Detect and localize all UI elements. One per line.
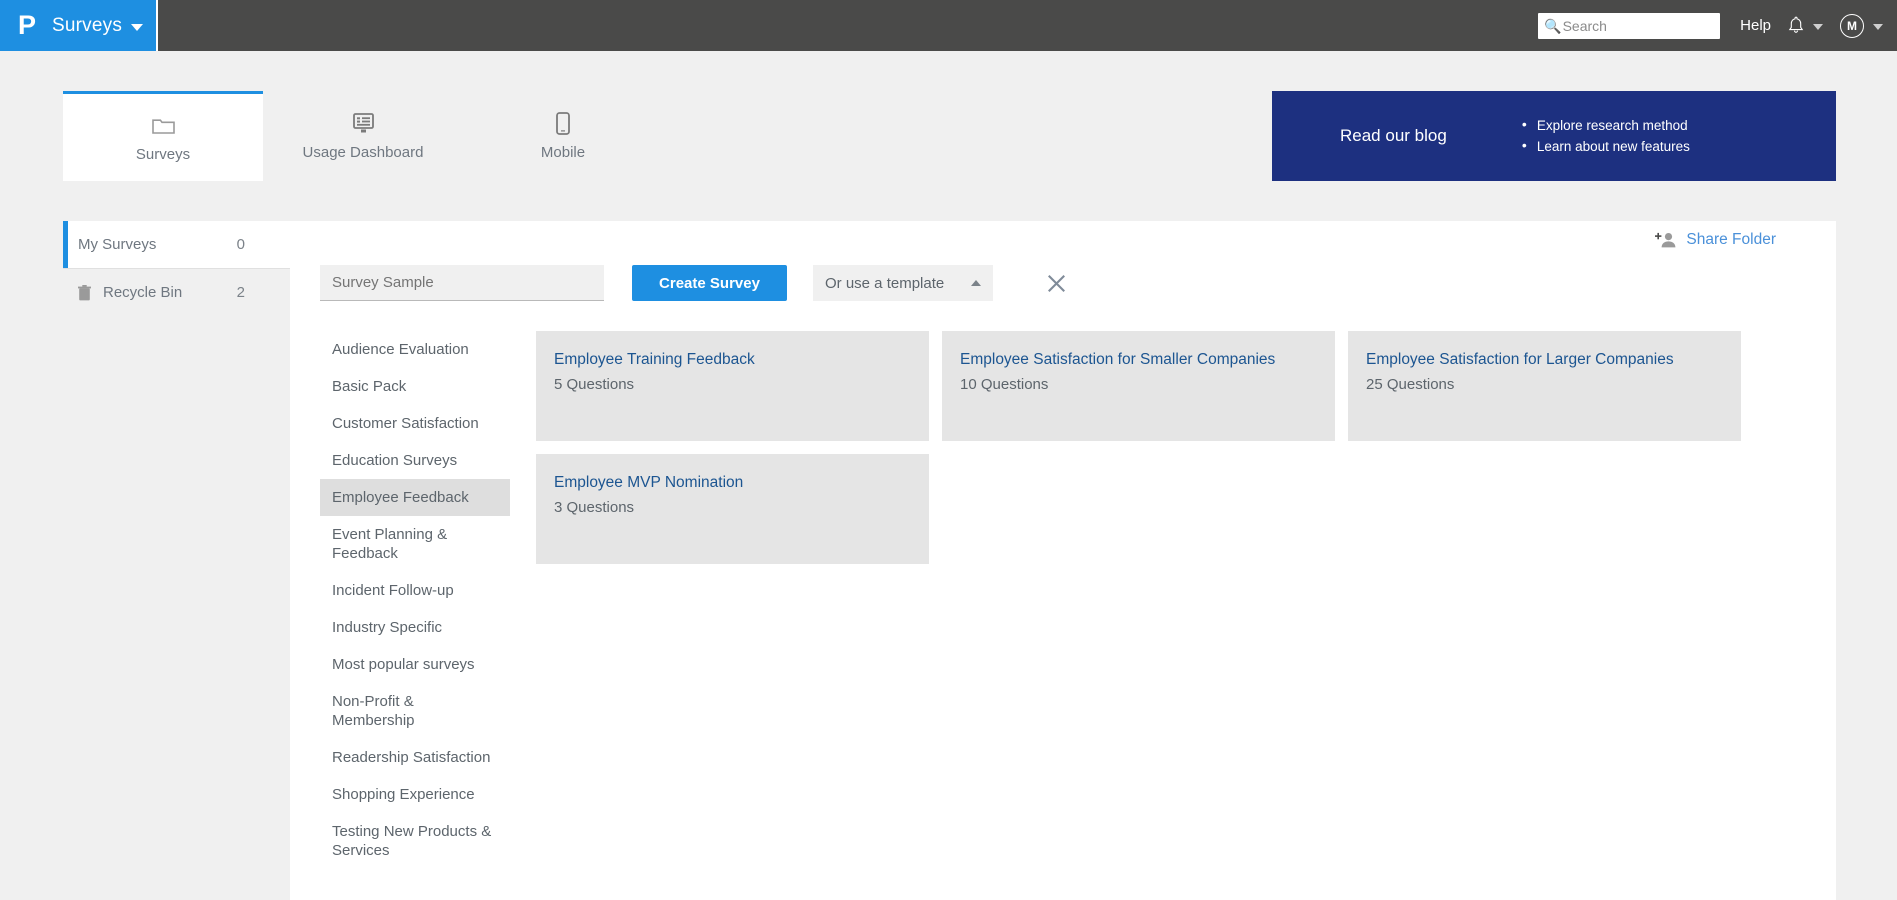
template-card-title[interactable]: Employee Satisfaction for Smaller Compan… [960, 349, 1317, 370]
sidebar-item-my-surveys[interactable]: My Surveys 0 [63, 221, 290, 268]
template-card[interactable]: Employee Satisfaction for Larger Compani… [1348, 331, 1741, 441]
template-card-question-count: 25 Questions [1366, 376, 1455, 393]
navbar-right-group: 🔍 Help M [1538, 12, 1897, 39]
template-card-question-count: 3 Questions [554, 499, 635, 516]
top-navbar: P Surveys 🔍 Help M [0, 0, 1897, 51]
template-picker: Audience Evaluation Basic Pack Customer … [320, 331, 1836, 869]
category-item-industry-specific[interactable]: Industry Specific [320, 609, 510, 646]
banner-title: Read our blog [1340, 126, 1447, 145]
search-input[interactable] [1562, 17, 1715, 34]
app-logo-icon: P [17, 10, 36, 40]
chevron-down-icon [131, 23, 144, 31]
category-item-readership-satisfaction[interactable]: Readership Satisfaction [320, 739, 510, 776]
account-menu[interactable]: M [1840, 13, 1883, 38]
help-link[interactable]: Help [1740, 17, 1771, 34]
sidebar-item-count: 0 [236, 236, 245, 253]
template-card-grid: Employee Training Feedback 5 Questions E… [536, 331, 1836, 869]
sidebar-item-recycle-bin[interactable]: Recycle Bin 2 [63, 269, 290, 316]
tab-label: Mobile [540, 144, 586, 161]
category-item-incident-follow-up[interactable]: Incident Follow-up [320, 572, 510, 609]
banner-bullet-list: Explore research method Learn about new … [1522, 114, 1690, 157]
template-card[interactable]: Employee MVP Nomination 3 Questions [536, 454, 929, 564]
template-card-title[interactable]: Employee MVP Nomination [554, 472, 911, 493]
template-card-question-count: 10 Questions [960, 376, 1049, 393]
sidebar-item-count: 2 [236, 284, 245, 301]
template-card-question-count: 5 Questions [554, 376, 635, 393]
search-icon: 🔍 [1544, 17, 1562, 34]
brand-surveys-menu[interactable]: P Surveys [0, 0, 158, 51]
category-item-audience-evaluation[interactable]: Audience Evaluation [320, 331, 510, 368]
folder-icon [151, 113, 175, 137]
promo-banner[interactable]: Read our blog Explore research method Le… [1272, 91, 1836, 181]
category-item-education-surveys[interactable]: Education Surveys [320, 442, 510, 479]
main-tab-strip: Surveys Usage Dashboard Mobile Read our [63, 91, 1836, 181]
content-panel: Share Folder Create Survey Or use a temp… [290, 221, 1836, 900]
template-select[interactable]: Or use a template [813, 265, 993, 301]
category-item-customer-satisfaction[interactable]: Customer Satisfaction [320, 405, 510, 442]
tab-surveys[interactable]: Surveys [63, 91, 263, 181]
banner-bullet: Learn about new features [1522, 135, 1690, 157]
close-template-picker-button[interactable] [1045, 272, 1067, 294]
chevron-up-icon [971, 280, 981, 286]
create-survey-button[interactable]: Create Survey [632, 265, 787, 301]
banner-bullet: Explore research method [1522, 114, 1690, 136]
chevron-down-icon [1873, 24, 1883, 30]
survey-name-input[interactable] [320, 265, 604, 301]
sidebar-item-label: Recycle Bin [103, 284, 183, 301]
tab-label: Surveys [135, 145, 191, 163]
chevron-down-icon [1813, 24, 1823, 30]
sidebar-item-label: My Surveys [78, 236, 157, 253]
brand-label: Surveys [52, 14, 123, 36]
category-item-non-profit-membership[interactable]: Non-Profit & Membership [320, 683, 510, 739]
share-folder-button[interactable]: Share Folder [1655, 231, 1776, 249]
dashboard-icon [352, 111, 375, 135]
category-item-shopping-experience[interactable]: Shopping Experience [320, 776, 510, 813]
tab-label: Usage Dashboard [302, 144, 424, 161]
folders-sidebar: My Surveys 0 Recycle Bin 2 [63, 221, 290, 900]
tab-mobile[interactable]: Mobile [463, 91, 663, 181]
share-folder-label: Share Folder [1686, 231, 1776, 248]
category-item-event-planning-feedback[interactable]: Event Planning & Feedback [320, 516, 510, 572]
notifications-menu[interactable] [1788, 16, 1823, 35]
template-card-title[interactable]: Employee Training Feedback [554, 349, 911, 370]
search-box[interactable]: 🔍 [1538, 12, 1721, 39]
template-card[interactable]: Employee Satisfaction for Smaller Compan… [942, 331, 1335, 441]
add-person-icon [1655, 232, 1676, 248]
category-item-employee-feedback[interactable]: Employee Feedback [320, 479, 510, 516]
template-card[interactable]: Employee Training Feedback 5 Questions [536, 331, 929, 441]
category-item-basic-pack[interactable]: Basic Pack [320, 368, 510, 405]
create-survey-row: Create Survey Or use a template [320, 265, 1067, 301]
template-card-title[interactable]: Employee Satisfaction for Larger Compani… [1366, 349, 1723, 370]
category-item-most-popular-surveys[interactable]: Most popular surveys [320, 646, 510, 683]
template-select-label: Or use a template [825, 274, 945, 292]
bell-icon [1788, 16, 1804, 35]
mobile-icon [556, 111, 570, 135]
avatar: M [1840, 13, 1864, 38]
trash-icon [78, 284, 94, 301]
tab-usage-dashboard[interactable]: Usage Dashboard [263, 91, 463, 181]
category-item-testing-new-products-services[interactable]: Testing New Products & Services [320, 813, 510, 869]
template-category-list: Audience Evaluation Basic Pack Customer … [320, 331, 510, 869]
